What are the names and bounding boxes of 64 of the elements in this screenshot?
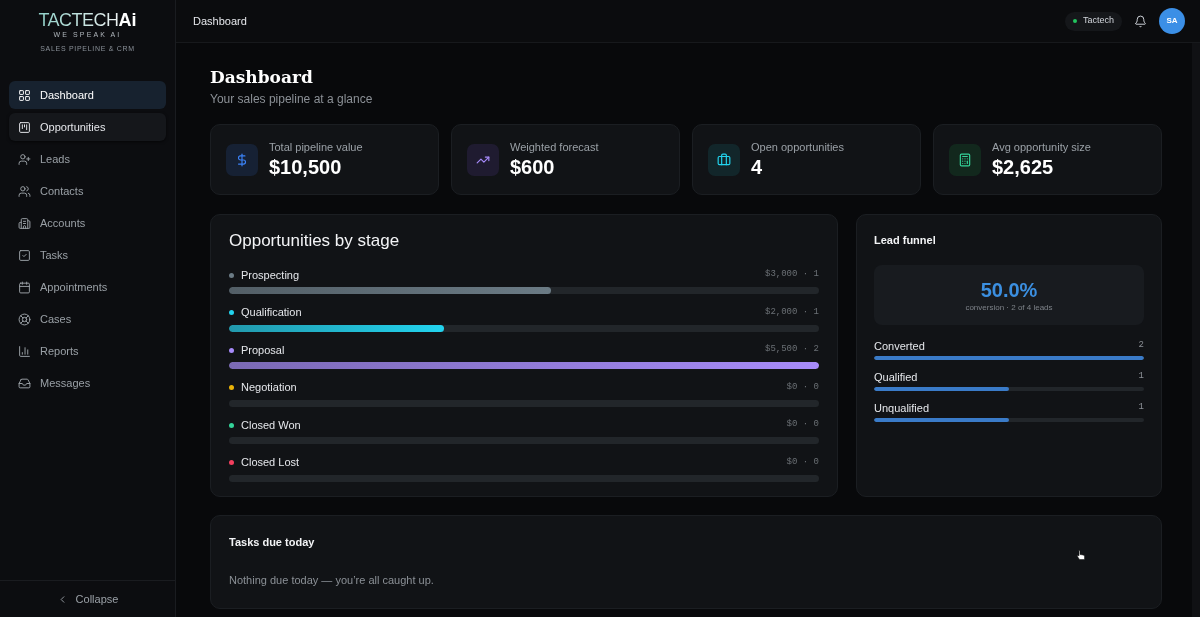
topbar-title: Dashboard: [193, 13, 247, 29]
lifebuoy-icon: [18, 312, 31, 326]
stage-label: Proposal: [241, 342, 285, 358]
stage-label: Closed Lost: [241, 455, 300, 471]
stage-summary: $0 · 0: [786, 455, 819, 469]
stat-label: Avg opportunity size: [992, 140, 1091, 154]
sidebar-nav-item[interactable]: Tasks: [9, 241, 166, 269]
calendar-icon: [18, 280, 31, 294]
funnel-count: 2: [1138, 339, 1144, 353]
collapse-button[interactable]: Collapse: [56, 590, 119, 608]
stage-summary: $2,000 · 1: [765, 305, 819, 319]
conversion-caption: conversion · 2 of 4 leads: [965, 301, 1053, 313]
empty-state-text: Nothing due today — you’re all caught up.: [229, 573, 435, 587]
stage-label: Negotiation: [241, 380, 297, 396]
sidebar-nav-item[interactable]: Appointments: [9, 273, 166, 301]
calculator-icon: [949, 143, 981, 176]
sidebar-nav-item[interactable]: Contacts: [9, 177, 166, 205]
bell-icon[interactable]: [1134, 14, 1147, 28]
bar-chart-icon: [18, 344, 31, 358]
funnel-label: Unqualified: [874, 400, 930, 416]
sidebar-nav-item[interactable]: Reports: [9, 337, 166, 365]
stage-summary: $0 · 0: [786, 380, 819, 394]
funnel-count: 1: [1138, 370, 1144, 384]
stage-label: Closed Won: [241, 417, 301, 433]
user-plus-icon: [18, 152, 31, 166]
stage-summary: $5,500 · 2: [765, 343, 819, 357]
page-subtitle: Your sales pipeline at a glance: [210, 91, 374, 107]
card-title: Lead funnel: [874, 233, 937, 247]
building-icon: [18, 216, 31, 230]
stage-summary: $3,000 · 1: [765, 268, 819, 282]
dollar-icon: [226, 143, 258, 176]
sidebar-nav-item[interactable]: Messages: [9, 369, 166, 397]
stat-value: $2,625: [992, 155, 1055, 179]
sidebar-nav-item[interactable]: Opportunities: [9, 113, 166, 141]
sidebar-nav-item[interactable]: Accounts: [9, 209, 166, 237]
kanban-board-icon: [18, 120, 31, 134]
inbox-icon: [18, 376, 31, 390]
stage-label: Prospecting: [241, 267, 300, 283]
sidebar-nav-item[interactable]: Leads: [9, 145, 166, 173]
briefcase-icon: [708, 143, 740, 176]
funnel-label: Qualified: [874, 369, 918, 385]
stat-label: Open opportunities: [751, 140, 844, 154]
page-title: Dashboard: [210, 66, 314, 88]
grid-icon: [18, 88, 31, 102]
stat-label: Weighted forecast: [510, 140, 599, 154]
sidebar-nav-item[interactable]: Dashboard: [9, 81, 166, 109]
logo-suffix: Ai: [118, 10, 137, 30]
card-title: Tasks due today: [229, 535, 316, 549]
conversion-rate: 50.0%: [980, 277, 1038, 302]
stat-value: $10,500: [269, 155, 343, 179]
sidebar-nav-item[interactable]: Cases: [9, 305, 166, 333]
stat-label: Total pipeline value: [269, 140, 363, 154]
hand-cursor-icon: [1077, 550, 1085, 560]
workspace-button[interactable]: Tactech: [1064, 11, 1122, 31]
users-icon: [18, 184, 31, 198]
stat-value: 4: [751, 155, 764, 179]
card-title: Opportunities by stage: [229, 230, 401, 251]
stage-label: Qualification: [241, 305, 302, 321]
trending-up-icon: [467, 143, 499, 176]
funnel-label: Converted: [874, 338, 925, 354]
funnel-count: 1: [1138, 401, 1144, 415]
stage-summary: $0 · 0: [786, 418, 819, 432]
stat-value: $600: [510, 155, 556, 179]
checked-square-icon: [18, 248, 31, 262]
